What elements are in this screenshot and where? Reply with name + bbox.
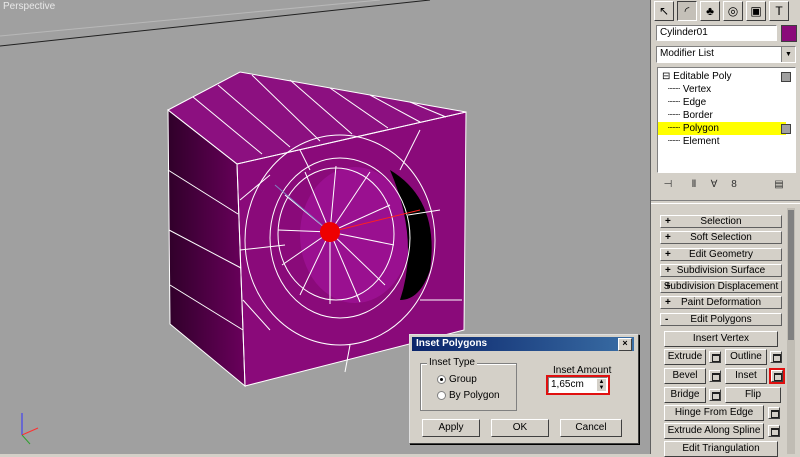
flip-button[interactable]: Flip [725,387,781,403]
apply-button[interactable]: Apply [422,419,480,437]
motion-icon[interactable]: ◎ [723,1,743,21]
object-color-swatch[interactable] [781,25,797,42]
chevron-down-icon[interactable]: ▼ [781,47,795,62]
rollout-subdivision-surface[interactable]: + Subdivision Surface [660,264,782,277]
modifier-stack: ⊟ Editable Poly ┈┈ Vertex ┈┈ Edge ┈┈ Bor… [657,67,796,173]
scrollbar-thumb[interactable] [788,210,794,340]
hinge-from-edge-button[interactable]: Hinge From Edge [664,405,764,421]
dialog-title: Inset Polygons [416,338,488,349]
utilities-icon[interactable]: T [769,1,789,21]
show-end-result-icon[interactable]: Ⅱ [687,178,701,192]
extrude-button[interactable]: Extrude [664,349,706,365]
insert-vertex-button[interactable]: Insert Vertex [664,331,778,347]
configure-sets-icon[interactable]: ▤ [772,178,786,192]
stack-item-polygon[interactable]: ┈┈ Polygon [658,122,786,135]
stack-item-editable-poly[interactable]: ⊟ Editable Poly [662,70,732,83]
display-icon[interactable]: ▣ [746,1,766,21]
rollout-selection[interactable]: + Selection [660,215,782,228]
panel-scrollbar[interactable] [787,208,795,454]
bridge-settings-icon[interactable] [709,389,721,401]
command-tabs: ↖ ◜ ♣ ◎ ▣ T [651,0,800,22]
modifier-list-label: Modifier List [660,48,714,59]
inset-polygons-dialog: Inset Polygons × Inset Type Group By Pol… [409,334,639,444]
remove-modifier-icon[interactable]: 8 [727,178,741,192]
hinge-settings-icon[interactable] [768,407,780,419]
outline-button[interactable]: Outline [725,349,767,365]
pin-stack-icon[interactable]: ⊣ [661,178,675,192]
object-name-field[interactable]: Cylinder01 [656,25,777,41]
rollout-edit-polygons[interactable]: - Edit Polygons [660,313,782,326]
inset-button[interactable]: Inset [725,368,767,384]
radio-group-label: Group [449,374,477,385]
stack-item-element[interactable]: ┈┈ Element [668,135,720,148]
radio-dot-icon[interactable] [437,375,446,384]
rollout-soft-selection[interactable]: + Soft Selection [660,231,782,244]
ok-button[interactable]: OK [491,419,549,437]
radio-dot-icon[interactable] [437,391,446,400]
stack-toggle-icon[interactable] [781,72,791,82]
stack-item-border[interactable]: ┈┈ Border [668,109,713,122]
outline-settings-icon[interactable] [770,351,782,363]
dialog-title-bar[interactable]: Inset Polygons × [412,337,634,351]
radio-group[interactable]: Group [437,374,477,386]
axis-tripod [21,413,39,445]
amount-highlight [546,375,610,395]
rollout-subdivision-displacement[interactable]: + Subdivision Displacement [660,280,782,293]
rollout-paint-deformation[interactable]: + Paint Deformation [660,296,782,309]
bevel-settings-icon[interactable] [709,370,721,382]
extrude-spline-settings-icon[interactable] [768,425,780,437]
divider [651,200,800,204]
close-icon[interactable]: × [618,338,632,351]
stack-item-edge[interactable]: ┈┈ Edge [668,96,706,109]
radio-by-polygon-label: By Polygon [449,390,500,401]
inset-settings-icon[interactable] [769,368,785,384]
command-panel: ↖ ◜ ♣ ◎ ▣ T Cylinder01 Modifier List ▼ ⊟… [651,0,800,457]
extrude-along-spline-button[interactable]: Extrude Along Spline [664,423,764,439]
rollout-edit-geometry[interactable]: + Edit Geometry [660,248,782,261]
bevel-button[interactable]: Bevel [664,368,706,384]
inset-type-group: Inset Type Group By Polygon [420,357,517,411]
modify-icon[interactable]: ◜ [677,1,697,21]
inset-type-label: Inset Type [427,357,477,368]
stack-item-vertex[interactable]: ┈┈ Vertex [668,83,711,96]
pointer-icon[interactable]: ↖ [654,1,674,21]
make-unique-icon[interactable]: ∀ [707,178,721,192]
extrude-settings-icon[interactable] [709,351,721,363]
edit-triangulation-button[interactable]: Edit Triangulation [664,441,778,457]
hierarchy-icon[interactable]: ♣ [700,1,720,21]
bridge-button[interactable]: Bridge [664,387,706,403]
stack-toggle-icon[interactable] [781,124,791,134]
radio-by-polygon[interactable]: By Polygon [437,390,500,402]
transform-gizmo [320,222,340,242]
stack-toolbar: ⊣ Ⅱ ∀ 8 ▤ [657,178,796,194]
modifier-list-dropdown[interactable]: Modifier List ▼ [656,46,796,63]
cancel-button[interactable]: Cancel [560,419,622,437]
